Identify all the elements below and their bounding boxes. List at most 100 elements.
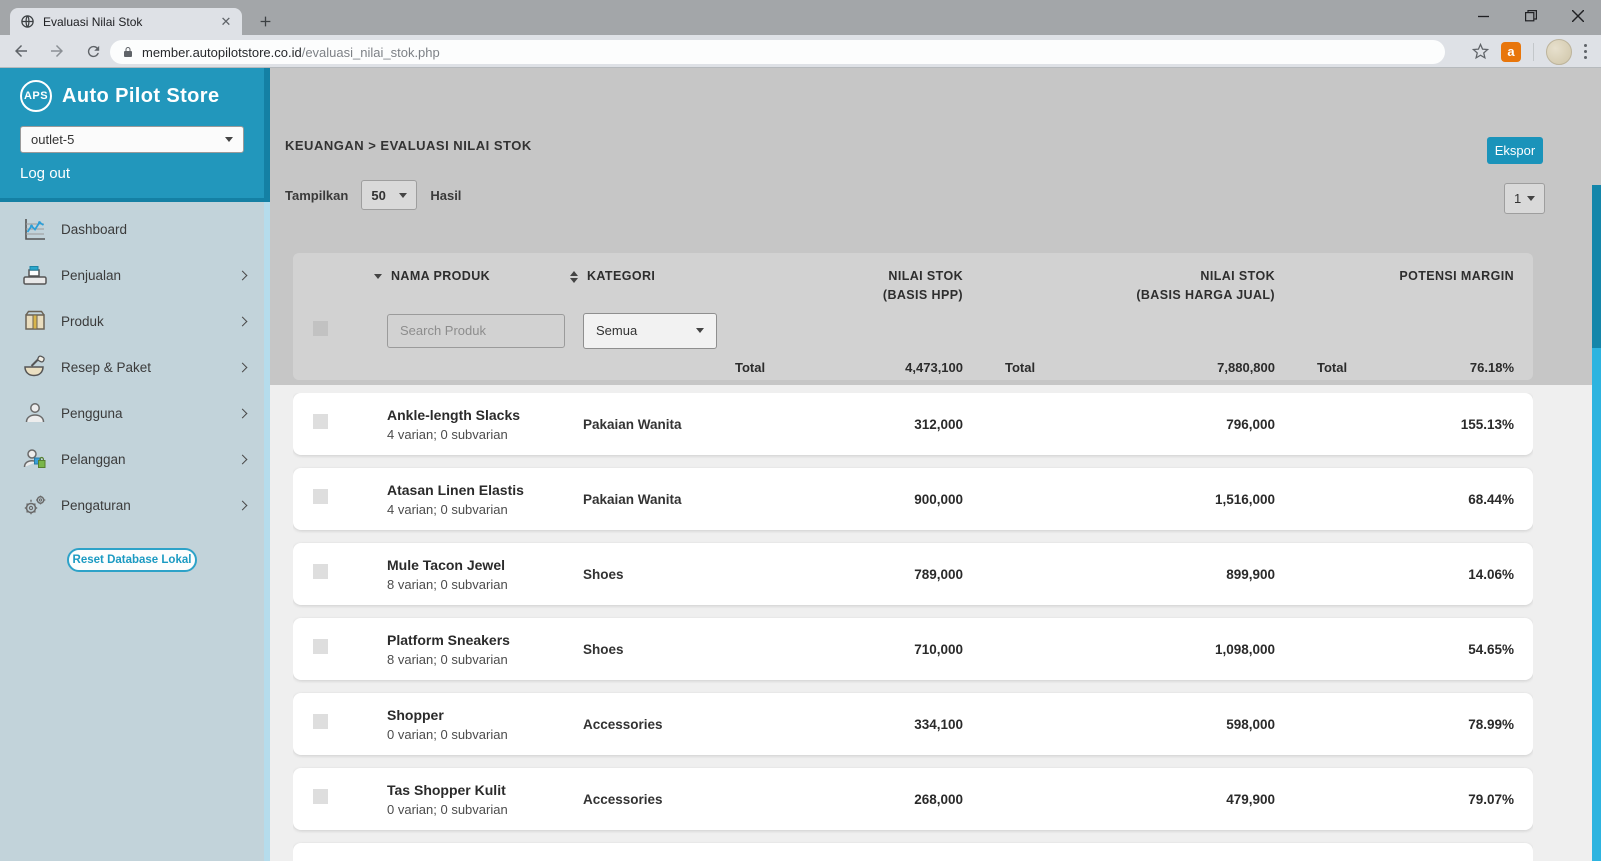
column-header-hpp: NILAI STOK(BASIS HPP) [735, 267, 963, 306]
product-variants: 4 varian; 0 subvarian [387, 427, 583, 442]
chevron-right-icon [238, 316, 248, 326]
sidebar-item-label: Produk [61, 314, 239, 329]
sort-desc-icon[interactable] [374, 274, 382, 279]
profile-avatar[interactable] [1546, 39, 1572, 65]
sidebar-item-dashboard[interactable]: Dashboard [0, 206, 264, 252]
stock-value-hpp: 710,000 [735, 642, 963, 657]
row-checkbox[interactable] [313, 789, 328, 804]
total-label: Total [1317, 360, 1347, 375]
stock-value-hpp: 334,100 [735, 717, 963, 732]
main-content: KEUANGAN > EVALUASI NILAI STOK Ekspor Ta… [270, 68, 1601, 861]
table-row[interactable]: Platform Sneakers 8 varian; 0 subvarian … [293, 618, 1533, 680]
outlet-selector-value: outlet-5 [31, 132, 74, 147]
url-text: member.autopilotstore.co.id/evaluasi_nil… [142, 45, 440, 60]
stock-value-hpp: 312,000 [735, 417, 963, 432]
category-filter-select[interactable]: Semua [583, 313, 717, 349]
select-all-checkbox[interactable] [313, 321, 328, 336]
row-checkbox[interactable] [313, 639, 328, 654]
product-name: Atasan Linen Elastis [387, 482, 583, 498]
potential-margin: 54.65% [1275, 642, 1514, 657]
extension-bag-icon[interactable]: a [1501, 42, 1521, 62]
brand-name: Auto Pilot Store [62, 85, 220, 108]
product-name: Platform Sneakers [387, 632, 583, 648]
aps-logo: APS [20, 80, 52, 112]
product-name: Mule Tacon Jewel [387, 557, 583, 573]
product-variants: 8 varian; 0 subvarian [387, 652, 583, 667]
sidebar-item-resep-paket[interactable]: Resep & Paket [0, 344, 264, 390]
row-checkbox[interactable] [313, 714, 328, 729]
table-row-partial[interactable] [293, 843, 1533, 861]
chevron-right-icon [238, 408, 248, 418]
minimize-button[interactable] [1460, 0, 1507, 32]
tab-title: Evaluasi Nilai Stok [43, 15, 218, 29]
table-row[interactable]: Atasan Linen Elastis 4 varian; 0 subvari… [293, 468, 1533, 530]
stock-value-jual: 796,000 [963, 417, 1275, 432]
row-checkbox[interactable] [313, 414, 328, 429]
product-name: Ankle-length Slacks [387, 407, 583, 423]
page-size-value: 50 [371, 188, 385, 203]
potential-margin: 79.07% [1275, 792, 1514, 807]
sidebar-item-pelanggan[interactable]: Pelanggan [0, 436, 264, 482]
sidebar-item-label: Pelanggan [61, 452, 239, 467]
sidebar: APS Auto Pilot Store outlet-5 Log out Da… [0, 68, 264, 861]
new-tab-button[interactable] [252, 8, 278, 34]
potential-margin: 14.06% [1275, 567, 1514, 582]
product-category: Pakaian Wanita [583, 492, 735, 507]
column-header-name[interactable]: NAMA PRODUK [391, 267, 490, 286]
sort-icon[interactable] [570, 271, 578, 283]
sidebar-item-pengaturan[interactable]: Pengaturan [0, 482, 264, 528]
sidebar-item-pengguna[interactable]: Pengguna [0, 390, 264, 436]
product-variants: 0 varian; 0 subvarian [387, 802, 583, 817]
product-variants: 4 varian; 0 subvarian [387, 502, 583, 517]
stock-value-jual: 479,900 [963, 792, 1275, 807]
total-margin-value: 76.18% [1470, 360, 1514, 375]
table-row[interactable]: Tas Shopper Kulit 0 varian; 0 subvarian … [293, 768, 1533, 830]
browser-tab[interactable]: Evaluasi Nilai Stok ✕ [10, 8, 242, 35]
url-bar[interactable]: member.autopilotstore.co.id/evaluasi_nil… [110, 40, 1445, 64]
bookmark-star-icon[interactable] [1472, 43, 1489, 60]
sidebar-item-label: Resep & Paket [61, 360, 239, 375]
table-row[interactable]: Ankle-length Slacks 4 varian; 0 subvaria… [293, 393, 1533, 455]
window-controls [1460, 0, 1601, 32]
back-button[interactable] [6, 37, 36, 65]
table-row[interactable]: Shopper 0 varian; 0 subvarian Accessorie… [293, 693, 1533, 755]
total-jual-value: 7,880,800 [1217, 360, 1275, 375]
row-checkbox[interactable] [313, 489, 328, 504]
tab-close-icon[interactable]: ✕ [218, 14, 234, 30]
potential-margin: 78.99% [1275, 717, 1514, 732]
main-scrollbar-thumb[interactable] [1592, 185, 1601, 348]
chevron-down-icon [225, 137, 233, 142]
cash-register-icon [22, 262, 48, 288]
page-size-select[interactable]: 50 [361, 180, 417, 210]
breadcrumb: KEUANGAN > EVALUASI NILAI STOK [285, 138, 532, 153]
browser-toolbar: member.autopilotstore.co.id/evaluasi_nil… [0, 35, 1601, 68]
browser-tab-strip: Evaluasi Nilai Stok ✕ [0, 0, 1601, 35]
toolbar-divider [1533, 43, 1534, 61]
restore-button[interactable] [1507, 0, 1554, 32]
column-header-category[interactable]: KATEGORI [587, 267, 655, 286]
url-domain: member.autopilotstore.co.id [142, 45, 302, 60]
sidebar-item-produk[interactable]: Produk [0, 298, 264, 344]
table-row[interactable]: Mule Tacon Jewel 8 varian; 0 subvarian S… [293, 543, 1533, 605]
reload-button[interactable] [78, 37, 108, 65]
total-jual-cell: Total 7,880,800 [963, 360, 1275, 375]
search-input[interactable] [387, 314, 565, 348]
show-label: Tampilkan [285, 188, 348, 203]
chevron-right-icon [238, 454, 248, 464]
page-number-select[interactable]: 1 [1504, 183, 1545, 214]
row-checkbox[interactable] [313, 564, 328, 579]
customer-bag-icon [22, 446, 48, 472]
total-hpp-value: 4,473,100 [905, 360, 963, 375]
sidebar-item-penjualan[interactable]: Penjualan [0, 252, 264, 298]
browser-menu-icon[interactable] [1584, 44, 1587, 59]
outlet-selector[interactable]: outlet-5 [20, 126, 244, 153]
product-category: Accessories [583, 792, 735, 807]
reset-database-button[interactable]: Reset Database Lokal [67, 548, 197, 572]
close-window-button[interactable] [1554, 0, 1601, 32]
main-scrollbar[interactable] [1592, 185, 1601, 861]
forward-button[interactable] [42, 37, 72, 65]
package-box-icon [22, 308, 48, 334]
logout-link[interactable]: Log out [20, 165, 70, 182]
export-button[interactable]: Ekspor [1487, 137, 1543, 164]
lock-icon [122, 45, 134, 59]
